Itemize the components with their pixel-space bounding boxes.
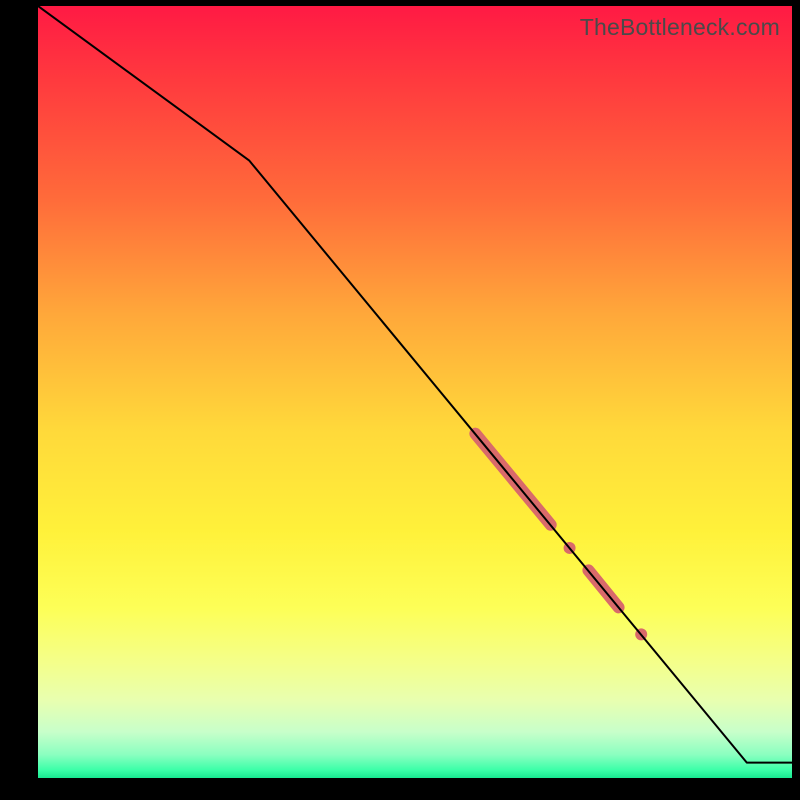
line-plot — [38, 6, 792, 778]
watermark-text: TheBottleneck.com — [580, 14, 780, 41]
chart-area: TheBottleneck.com — [38, 6, 792, 778]
main-curve — [38, 6, 792, 763]
